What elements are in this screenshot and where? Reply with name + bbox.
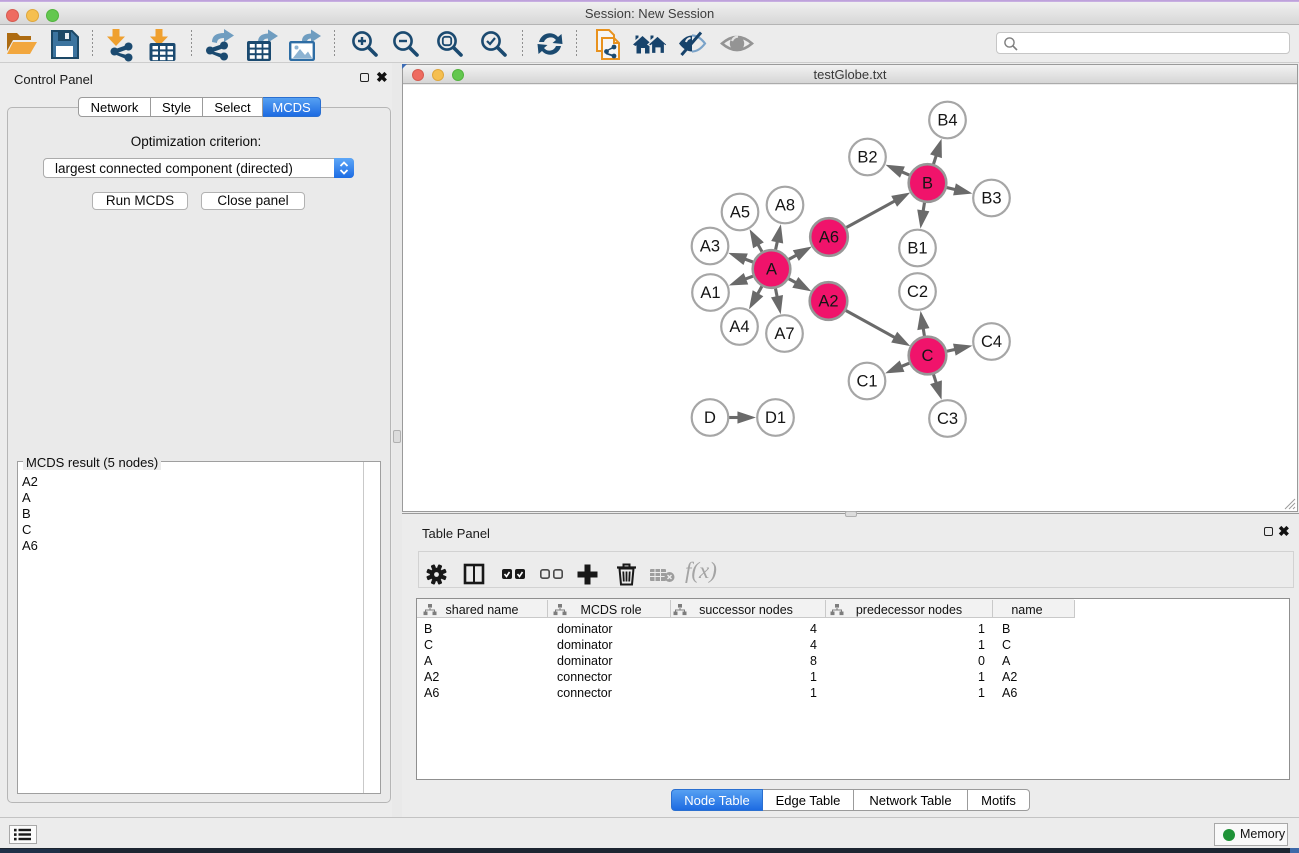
svg-text:D: D bbox=[704, 409, 716, 427]
svg-text:A2: A2 bbox=[818, 293, 838, 311]
svg-text:A4: A4 bbox=[729, 318, 749, 336]
svg-text:B4: B4 bbox=[937, 112, 957, 130]
svg-text:C2: C2 bbox=[907, 283, 928, 301]
svg-text:A: A bbox=[766, 261, 777, 279]
svg-text:B2: B2 bbox=[857, 149, 877, 167]
svg-text:B1: B1 bbox=[907, 240, 927, 258]
svg-text:D1: D1 bbox=[765, 409, 786, 427]
svg-text:A7: A7 bbox=[774, 325, 794, 343]
svg-text:B3: B3 bbox=[981, 190, 1001, 208]
svg-text:A8: A8 bbox=[775, 197, 795, 215]
svg-text:A5: A5 bbox=[730, 204, 750, 222]
svg-text:C3: C3 bbox=[937, 410, 958, 428]
svg-text:C: C bbox=[922, 347, 934, 365]
svg-text:C1: C1 bbox=[856, 373, 877, 391]
svg-text:A1: A1 bbox=[700, 284, 720, 302]
svg-text:B: B bbox=[922, 175, 933, 193]
svg-text:A3: A3 bbox=[700, 238, 720, 256]
svg-text:C4: C4 bbox=[981, 333, 1002, 351]
svg-text:A6: A6 bbox=[819, 229, 839, 247]
